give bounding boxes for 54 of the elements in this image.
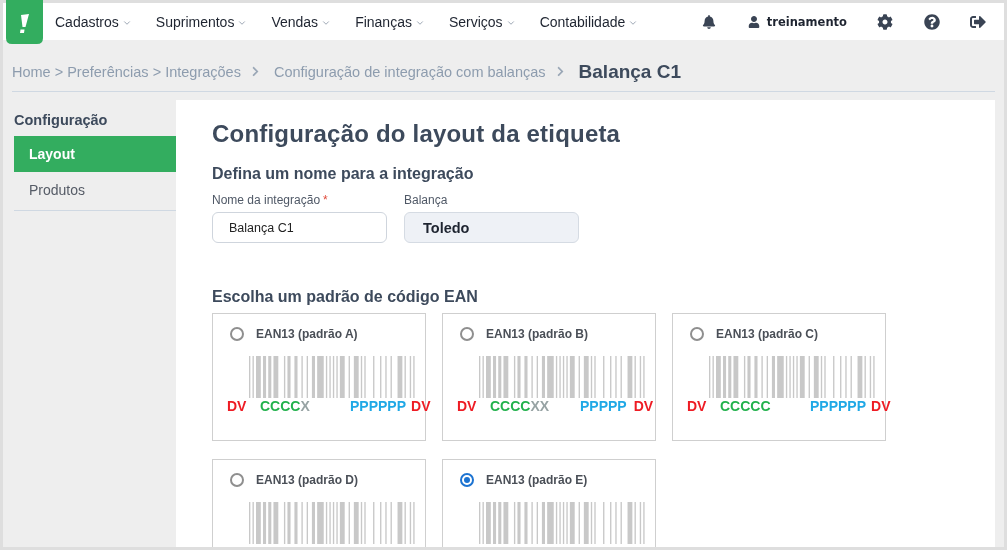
menu-item[interactable]: Cadastros — [55, 13, 132, 30]
pattern-label: EAN13 (padrão B) — [486, 327, 589, 341]
check-digit-label: DV — [633, 398, 655, 414]
caret-icon — [237, 18, 248, 28]
check-digit-label: DV — [871, 398, 891, 414]
radio-button[interactable] — [460, 473, 474, 487]
check-digit-label: DV — [227, 398, 248, 414]
logout-icon[interactable] — [970, 13, 986, 30]
pattern-label: EAN13 (padrão E) — [486, 473, 588, 487]
notification-bell-icon[interactable] — [701, 14, 716, 29]
menu-item[interactable]: Suprimentos — [155, 13, 248, 30]
sidebar-item[interactable]: Produtos — [14, 172, 176, 208]
menu-item[interactable]: Contabilidade — [539, 13, 639, 30]
help-icon[interactable] — [924, 13, 940, 30]
menu-item[interactable]: Vendas — [271, 13, 332, 30]
page-title: Configuração do layout da etiqueta — [212, 119, 622, 149]
product-code-label: PPPPPP — [350, 398, 407, 414]
check-digit-label: DV — [457, 398, 478, 414]
radio-button[interactable] — [460, 327, 474, 341]
pattern-label: EAN13 (padrão D) — [256, 473, 359, 487]
name-input-field[interactable]: Balança C1 — [212, 212, 387, 243]
chevron-right-icon — [555, 66, 565, 77]
required-mark: * — [323, 193, 328, 207]
menu-item[interactable]: Finanças — [355, 13, 425, 30]
sidebar-title: Configuração — [13, 111, 109, 130]
scale-readonly-field: Toledo — [404, 212, 579, 243]
field-label: Nome da integração — [212, 193, 321, 207]
logo-icon[interactable] — [6, 0, 43, 44]
company-code-label: CCCCXX — [490, 398, 551, 414]
company-code-label: CCCCC — [720, 398, 772, 414]
user-icon — [747, 15, 760, 28]
pattern-label: EAN13 (padrão C) — [716, 327, 819, 341]
product-code-label: PPPPP — [580, 398, 628, 414]
radio-button[interactable] — [230, 473, 244, 487]
check-digit-label: DV — [411, 398, 431, 414]
caret-icon — [321, 18, 332, 28]
company-code-label: CCCCX — [260, 398, 311, 414]
radio-button[interactable] — [230, 327, 244, 341]
section-title: Escolha um padrão de código EAN — [212, 287, 479, 307]
product-code-label: PPPPPP — [810, 398, 867, 414]
settings-icon[interactable] — [877, 13, 893, 30]
radio-button[interactable] — [690, 327, 704, 341]
caret-icon — [414, 18, 425, 28]
menu-item[interactable]: Serviços — [448, 13, 516, 30]
section-title: Defina um nome para a integração — [212, 164, 475, 184]
caret-icon — [121, 18, 132, 28]
breadcrumb-current: Balança C1 — [578, 60, 681, 83]
user-menu-button[interactable]: treinamento — [747, 14, 847, 29]
chevron-right-icon — [250, 66, 260, 77]
field-label: Balança — [404, 193, 448, 207]
pattern-label: EAN13 (padrão A) — [256, 327, 358, 341]
caret-icon — [505, 18, 516, 28]
check-digit-label: DV — [687, 398, 708, 414]
caret-icon — [628, 18, 639, 28]
